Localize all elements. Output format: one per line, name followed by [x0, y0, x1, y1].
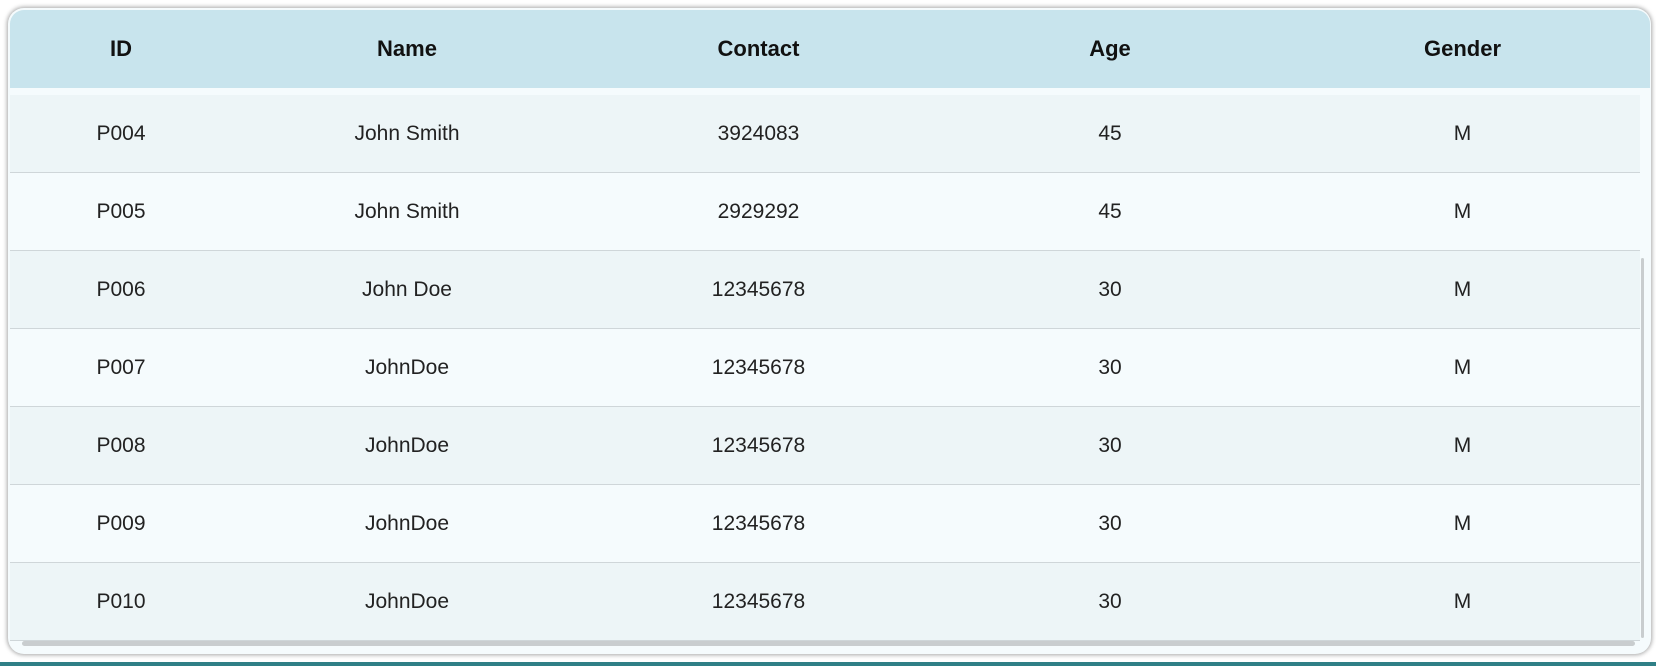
cell-id: P004 — [96, 122, 146, 145]
table-row[interactable]: P010 JohnDoe 12345678 30 M — [10, 563, 1640, 641]
cell-gender: M — [1453, 434, 1472, 457]
cell-name: JohnDoe — [364, 512, 450, 535]
cell-gender: M — [1453, 356, 1472, 379]
cell-id: P008 — [96, 434, 146, 457]
cell-gender: M — [1453, 278, 1472, 301]
cell-age: 45 — [1098, 122, 1122, 145]
table-row[interactable]: P007 JohnDoe 12345678 30 M — [10, 329, 1640, 407]
cell-id: P010 — [96, 590, 146, 613]
window-bottom-edge — [0, 662, 1656, 666]
cell-contact: 3924083 — [717, 122, 800, 145]
cell-gender: M — [1453, 200, 1472, 223]
header-name[interactable]: Name — [232, 10, 582, 88]
cell-age: 30 — [1098, 278, 1122, 301]
cell-age: 30 — [1098, 512, 1122, 535]
header-age[interactable]: Age — [935, 10, 1285, 88]
table-row[interactable]: P006 John Doe 12345678 30 M — [10, 251, 1640, 329]
table-row[interactable]: P004 John Smith 3924083 45 M — [10, 95, 1640, 173]
cell-contact: 12345678 — [711, 356, 806, 379]
cell-gender: M — [1453, 122, 1472, 145]
cell-contact: 2929292 — [717, 200, 800, 223]
horizontal-scrollbar[interactable] — [22, 641, 1635, 646]
cell-gender: M — [1453, 590, 1472, 613]
cell-contact: 12345678 — [711, 278, 806, 301]
cell-contact: 12345678 — [711, 590, 806, 613]
cell-name: John Smith — [354, 122, 460, 145]
cell-name: JohnDoe — [364, 590, 450, 613]
header-contact[interactable]: Contact — [582, 10, 935, 88]
vertical-scrollbar[interactable] — [1641, 258, 1644, 638]
cell-age: 30 — [1098, 356, 1122, 379]
cell-id: P005 — [96, 200, 146, 223]
cell-contact: 12345678 — [711, 512, 806, 535]
cell-name: John Doe — [362, 278, 452, 301]
cell-gender: M — [1453, 512, 1472, 535]
cell-age: 30 — [1098, 434, 1122, 457]
table-header-row: ID Name Contact Age Gender — [10, 10, 1650, 88]
cell-age: 30 — [1098, 590, 1122, 613]
cell-id: P009 — [96, 512, 146, 535]
table-row[interactable]: P008 JohnDoe 12345678 30 M — [10, 407, 1640, 485]
cell-id: P006 — [96, 278, 146, 301]
table-row[interactable]: P005 John Smith 2929292 45 M — [10, 173, 1640, 251]
patients-table: ID Name Contact Age Gender P004 John Smi… — [8, 8, 1651, 654]
table-row[interactable]: P009 JohnDoe 12345678 30 M — [10, 485, 1640, 563]
cell-age: 45 — [1098, 200, 1122, 223]
table-body[interactable]: P004 John Smith 3924083 45 M P005 John S… — [10, 95, 1640, 646]
header-gender[interactable]: Gender — [1285, 10, 1640, 88]
cell-id: P007 — [96, 356, 146, 379]
cell-name: JohnDoe — [364, 434, 450, 457]
header-id[interactable]: ID — [10, 10, 232, 88]
cell-contact: 12345678 — [711, 434, 806, 457]
cell-name: JohnDoe — [364, 356, 450, 379]
cell-name: John Smith — [354, 200, 460, 223]
